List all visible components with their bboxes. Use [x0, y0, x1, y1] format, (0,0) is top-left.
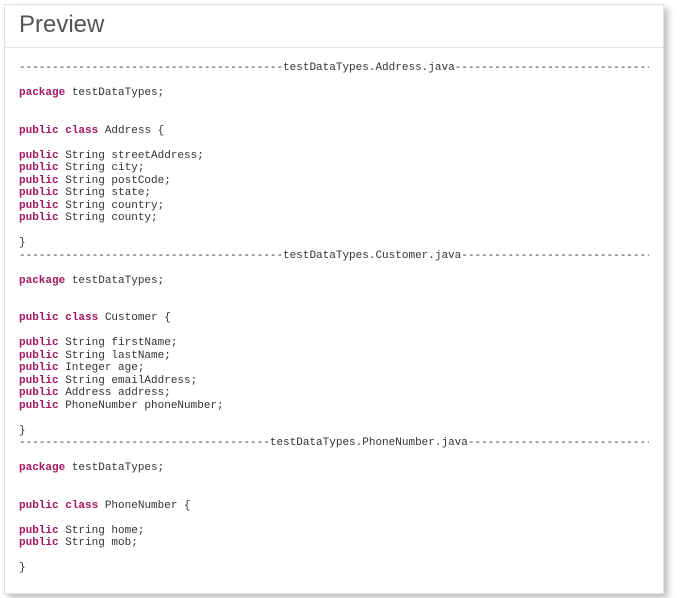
panel-body: ----------------------------------------… [5, 48, 663, 593]
preview-panel: Preview --------------------------------… [4, 4, 664, 594]
panel-title: Preview [19, 11, 649, 39]
code-preview: ----------------------------------------… [19, 62, 649, 575]
panel-header: Preview [5, 5, 663, 48]
